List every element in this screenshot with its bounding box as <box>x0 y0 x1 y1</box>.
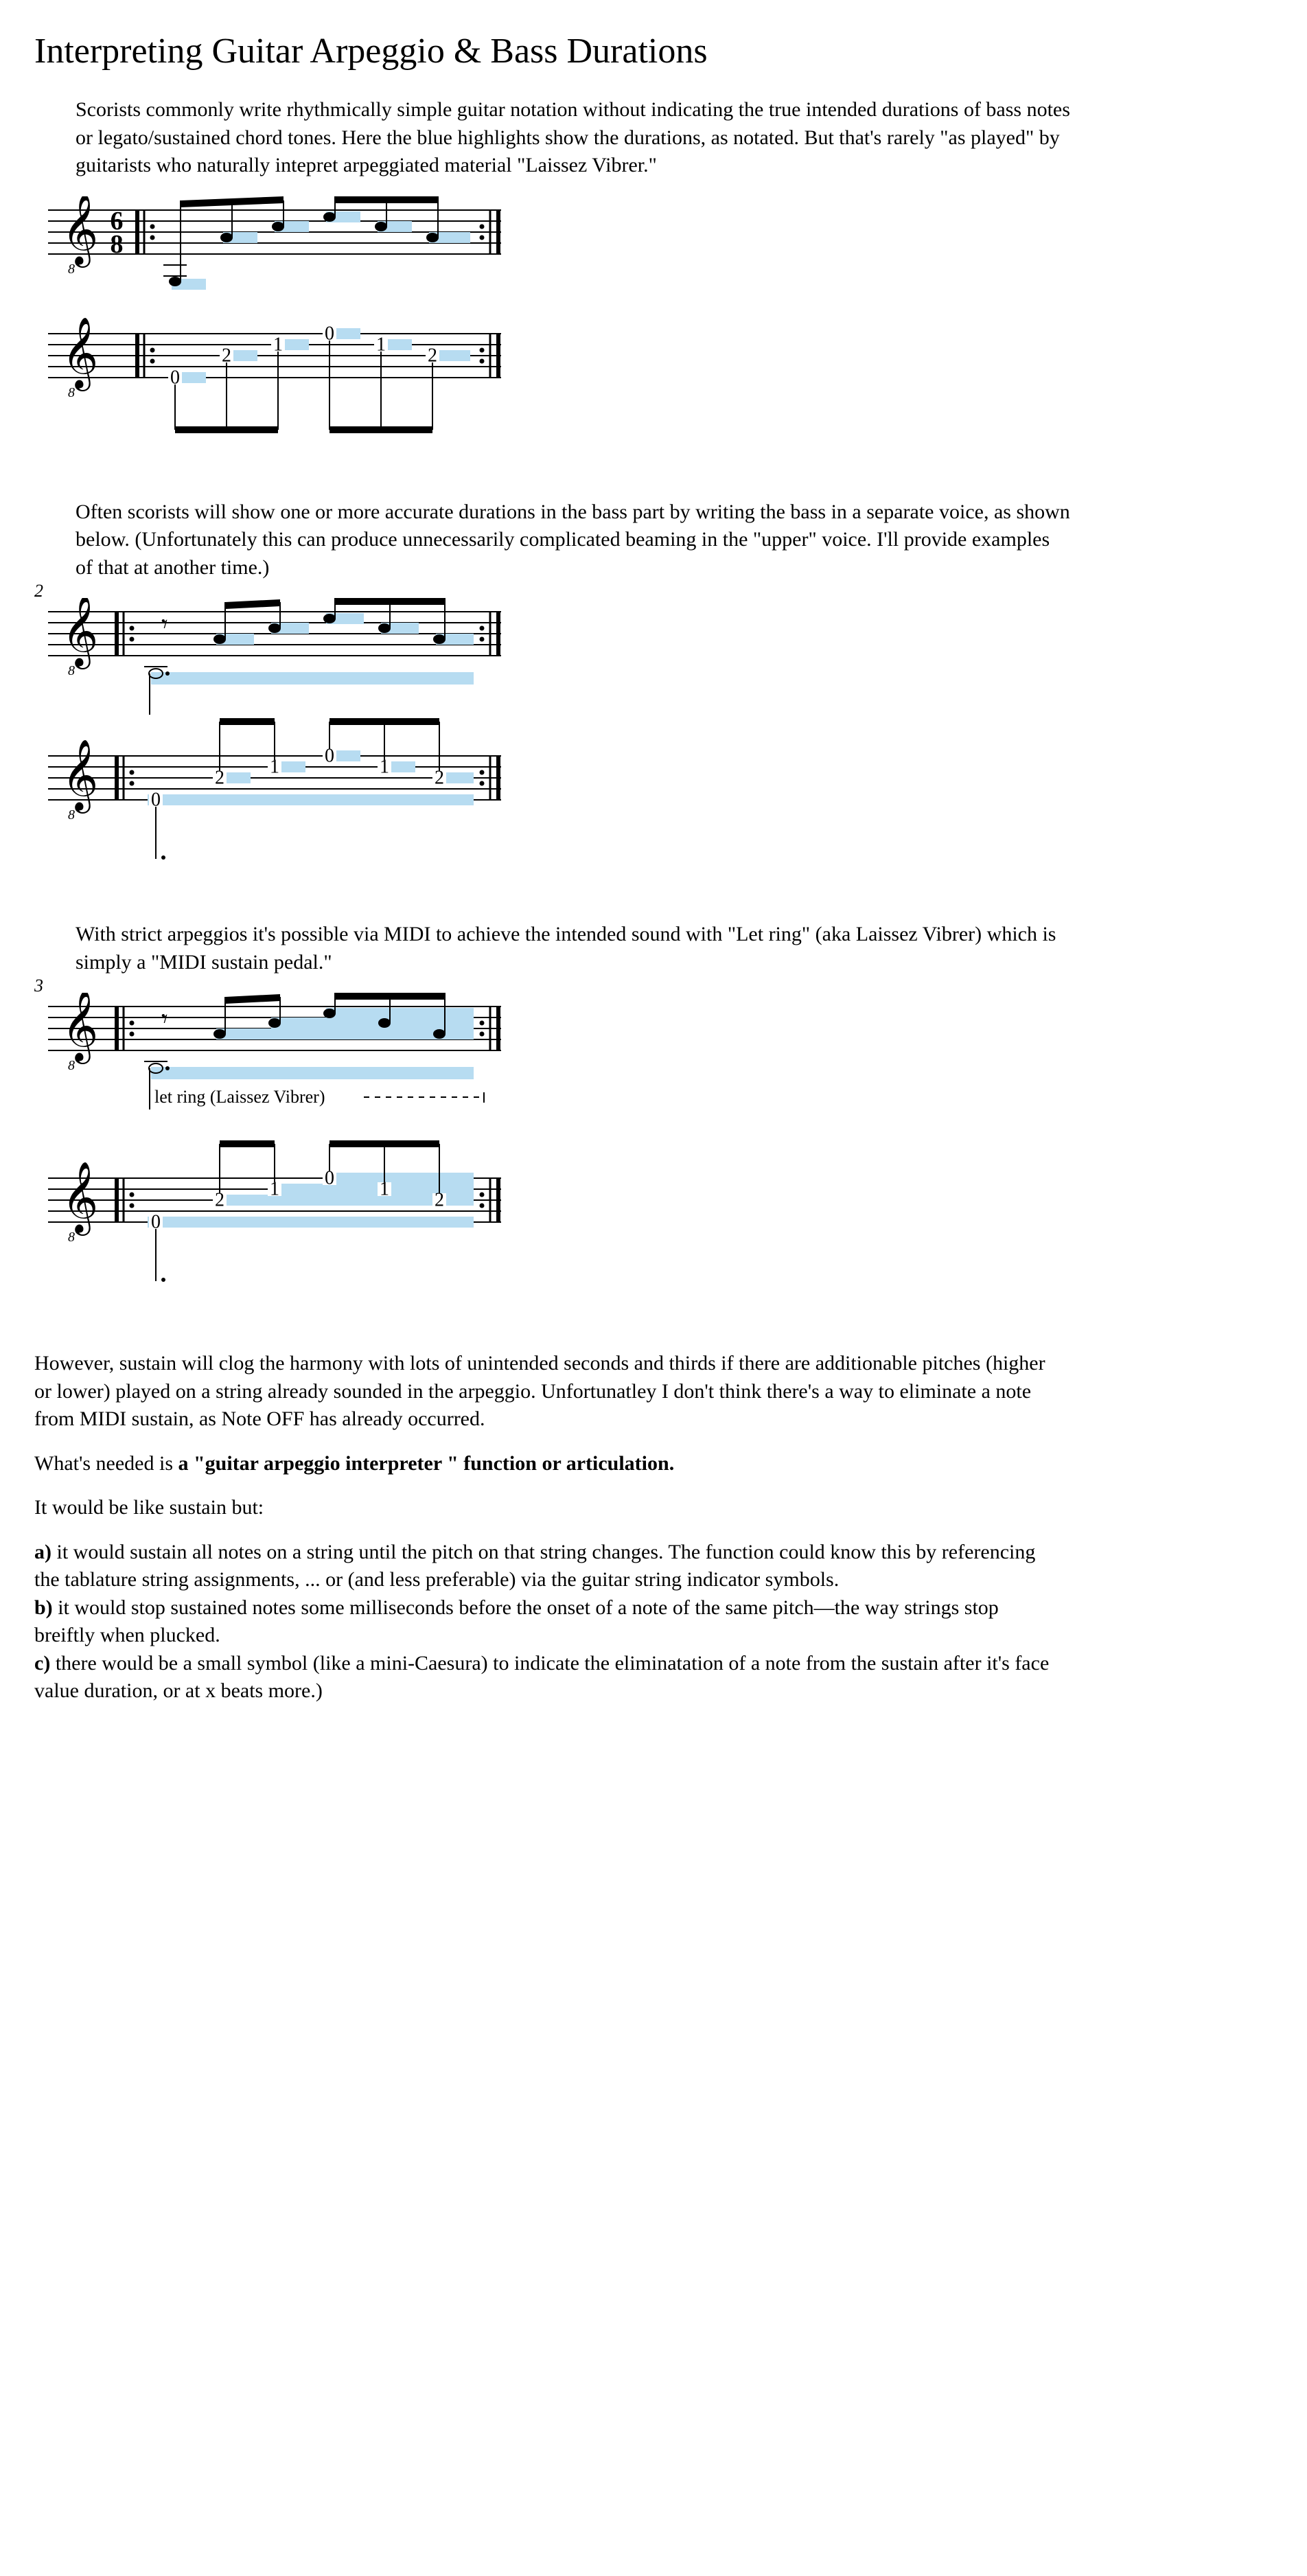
svg-text:8: 8 <box>68 807 75 823</box>
svg-text:𝄞: 𝄞 <box>62 598 98 669</box>
svg-text:𝄞: 𝄞 <box>62 993 98 1064</box>
item-c-label: c) <box>34 1652 50 1675</box>
svg-text:8: 8 <box>68 1230 75 1245</box>
page-title: Interpreting Guitar Arpeggio & Bass Dura… <box>34 27 1273 76</box>
svg-text:8: 8 <box>68 1058 75 1073</box>
item-a-text: it would sustain all notes on a string u… <box>34 1541 1035 1591</box>
svg-text:𝄞: 𝄞 <box>62 318 98 391</box>
paragraph-4: However, sustain will clog the harmony w… <box>34 1350 1064 1434</box>
paragraph-3: With strict arpeggios it's possible via … <box>76 921 1071 976</box>
svg-text:8: 8 <box>68 262 75 277</box>
item-b-text: it would stop sustained notes some milli… <box>34 1596 999 1647</box>
svg-text:8: 8 <box>68 385 75 400</box>
paragraph-6: It would be like sustain but: <box>34 1494 1064 1522</box>
measure-number-3: 3 <box>34 974 43 998</box>
svg-text:𝄞: 𝄞 <box>62 196 98 268</box>
measure-number-2: 2 <box>34 579 43 603</box>
time-sig-bot: 8 <box>111 230 124 259</box>
music-example-2: 2 𝄞 8 𝄾 <box>34 598 1273 893</box>
svg-text:𝄾: 𝄾 <box>161 1005 168 1033</box>
svg-text:𝄞: 𝄞 <box>62 1162 98 1236</box>
svg-text:8: 8 <box>68 663 75 678</box>
music-example-1: 𝄞 8 6 8 <box>34 196 1273 471</box>
item-b-label: b) <box>34 1596 53 1619</box>
svg-text:𝄾: 𝄾 <box>161 610 168 638</box>
paragraph-2: Often scorists will show one or more acc… <box>76 498 1071 582</box>
item-c-text: there would be a small symbol (like a mi… <box>34 1652 1049 1703</box>
music-example-3: 3 𝄞 8 𝄾 l <box>34 993 1273 1322</box>
let-ring-label: let ring (Laissez Vibrer) <box>154 1087 325 1107</box>
list-items: a) it would sustain all notes on a strin… <box>34 1539 1064 1705</box>
item-a-label: a) <box>34 1541 51 1563</box>
paragraph-5: What's needed is a "guitar arpeggio inte… <box>34 1450 1064 1478</box>
paragraph-intro: Scorists commonly write rhythmically sim… <box>76 96 1071 180</box>
para5-pre: What's needed is <box>34 1452 178 1475</box>
svg-text:𝄞: 𝄞 <box>62 740 98 814</box>
para5-bold: a "guitar arpeggio interpreter " functio… <box>178 1452 675 1475</box>
